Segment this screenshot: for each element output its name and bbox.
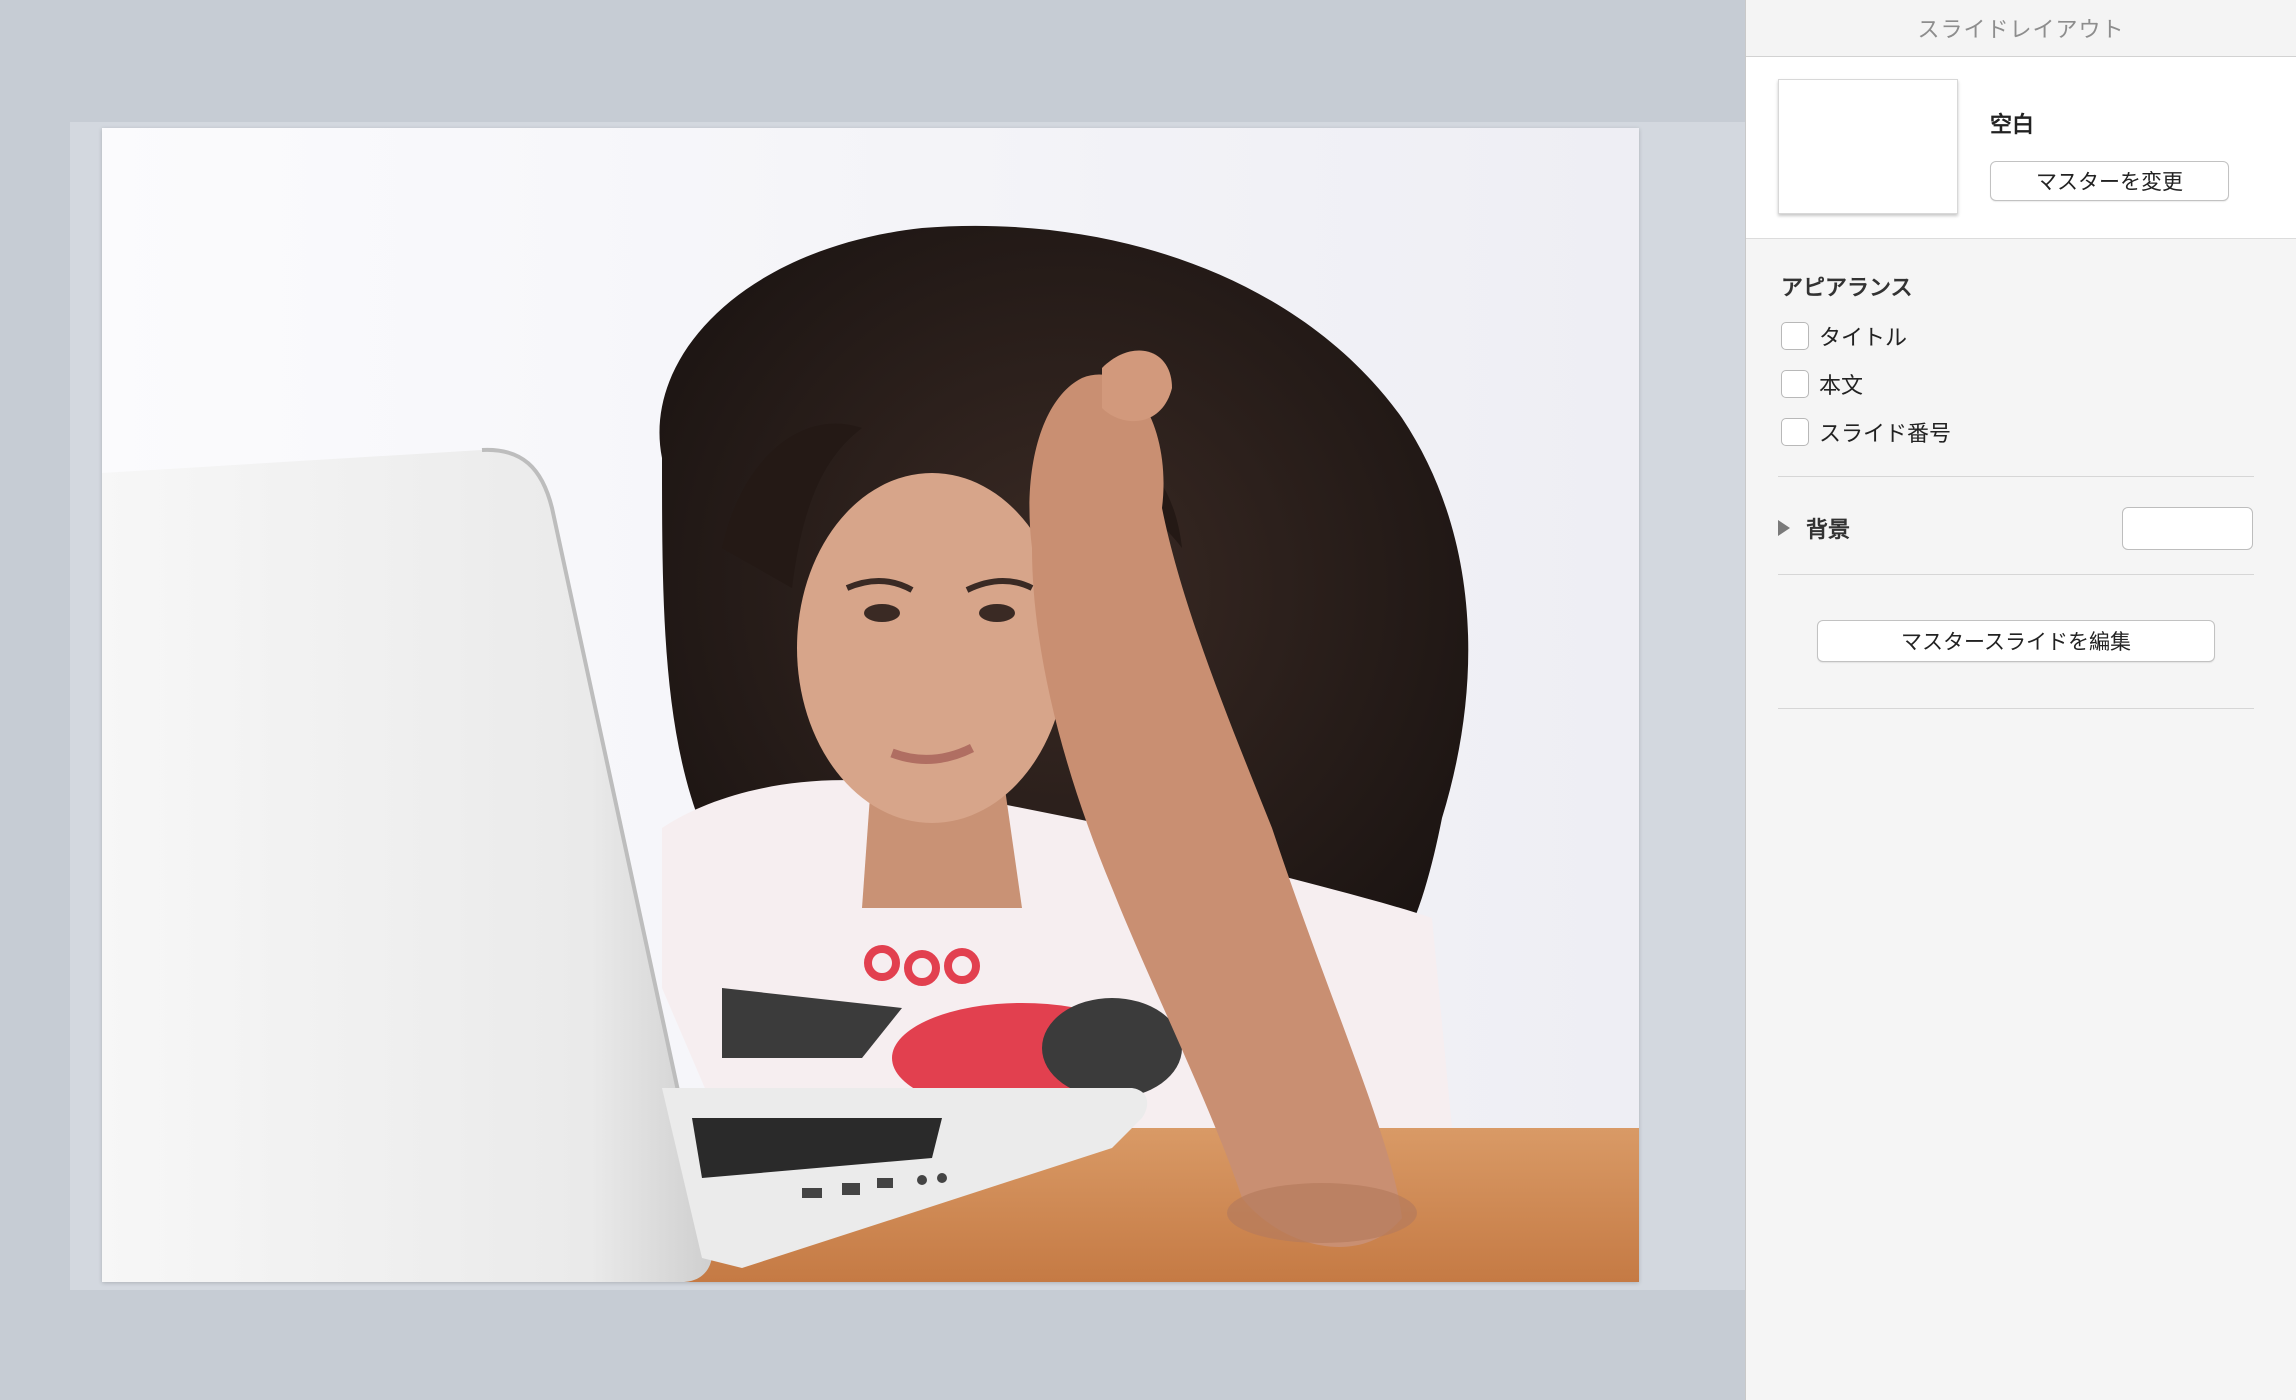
background-disclosure[interactable]: 背景 bbox=[1778, 512, 1850, 544]
edit-master-slide-button[interactable]: マスタースライドを編集 bbox=[1817, 620, 2215, 662]
layout-name: 空白 bbox=[1990, 113, 2035, 138]
slide-number-option-label: スライド番号 bbox=[1819, 422, 1952, 447]
background-color-well[interactable] bbox=[2122, 507, 2253, 550]
slide-number-checkbox[interactable] bbox=[1781, 418, 1809, 446]
background-label: 背景 bbox=[1806, 518, 1851, 543]
inspector-header: スライドレイアウト bbox=[1746, 0, 2296, 57]
layout-thumbnail[interactable] bbox=[1778, 79, 1958, 214]
keynote-window: スライドレイアウト 空白 マスターを変更 アピアランス タイトル 本文 スライド… bbox=[0, 0, 2296, 1400]
body-option-label: 本文 bbox=[1819, 374, 1864, 399]
inspector-panel: スライドレイアウト 空白 マスターを変更 アピアランス タイトル 本文 スライド… bbox=[1745, 0, 2296, 1400]
change-master-button[interactable]: マスターを変更 bbox=[1990, 161, 2229, 201]
body-option[interactable]: 本文 bbox=[1781, 368, 1863, 400]
appearance-heading: アピアランス bbox=[1781, 276, 1913, 301]
title-option-label: タイトル bbox=[1819, 326, 1908, 351]
divider bbox=[1778, 708, 2254, 709]
slide-canvas[interactable] bbox=[0, 0, 1745, 1400]
title-option[interactable]: タイトル bbox=[1781, 320, 1907, 352]
disclosure-triangle-icon[interactable] bbox=[1778, 520, 1790, 536]
slide-photo[interactable] bbox=[102, 128, 1639, 1282]
body-checkbox[interactable] bbox=[1781, 370, 1809, 398]
inspector-title: スライドレイアウト bbox=[1917, 18, 2125, 43]
divider bbox=[1778, 476, 2254, 477]
layout-section: 空白 マスターを変更 bbox=[1746, 57, 2296, 239]
slide[interactable] bbox=[102, 128, 1639, 1282]
title-checkbox[interactable] bbox=[1781, 322, 1809, 350]
divider bbox=[1778, 574, 2254, 575]
slide-number-option[interactable]: スライド番号 bbox=[1781, 416, 1951, 448]
